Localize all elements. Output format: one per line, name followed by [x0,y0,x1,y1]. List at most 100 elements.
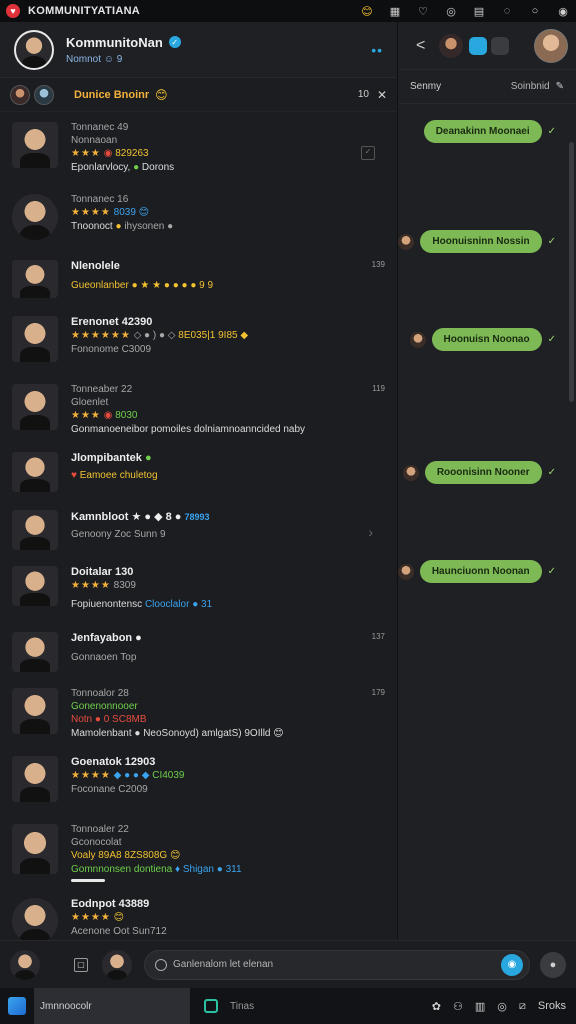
rating-value: 89A8 8ZS808G 😊 [98,850,181,861]
conversation-name: Eodnpot 43889 [71,898,150,910]
conversation-item[interactable]: Erenonet 42390 ★★★★★★ ◇ ● ) ● ◇ 8E035|1 … [0,316,397,376]
rating-stars: ★★★★ [71,770,111,781]
conversation-item[interactable]: Tonneaber 22 Gloenlet ★★★ ◉ 8030 Gonmano… [0,384,397,446]
contact-avatar [12,194,58,240]
edit-icon[interactable]: ✎ [556,81,564,92]
conversation-name: Tonnanec 16 [71,194,129,205]
read-check-icon: ✓ [547,566,556,577]
conversation-item[interactable]: Jlompibantek ● ♥ Eamoee chuletog [0,452,397,502]
rating-value: CI4039 [152,770,185,781]
conversation-body: Jlompibantek ● ♥ Eamoee chuletog [71,452,385,481]
conversation-item[interactable]: Tonnanec 49 Nonnaoan ★★★ ◉ 829263 Eponla… [0,122,397,184]
taskbar-app-label[interactable]: Tinas [230,1001,254,1012]
tab-right[interactable]: Soinbnid [511,81,550,92]
message-placeholder: Ganlenalom let elenan [173,959,274,970]
rating-stars: ★★★ [71,148,101,159]
message-bubble[interactable]: Deanakinn Moonaei [423,120,542,143]
rating-value: 8309 [113,580,136,591]
settings-icon[interactable] [491,36,510,55]
message-input[interactable]: Ganlenalom let elenan ◉ [144,949,530,980]
conversation-item[interactable]: Jenfayabon ● Gonnaoen Top 137 [0,632,397,680]
contact-avatar [12,632,58,672]
calendar-icon[interactable]: ▤ [472,5,486,18]
read-check-icon: ✓ [547,236,556,247]
conversation-name-text: Jlompibantek [71,452,142,464]
emoji-icon: ● [115,221,122,232]
taskbar-search[interactable]: Jmnnoocolr [34,988,190,1024]
conversation-item[interactable]: Tonnanec 16 ★★★★ 8039 😊 Tnoonoct ● ihyso… [0,194,397,252]
chat-title: KommunitoNan ✓ [66,35,181,50]
status-icon: ◉ [103,410,113,421]
status-icon: ◆ ● ● ◆ [113,770,150,781]
message-bubble[interactable]: Rooonisinn Nooner [424,461,542,484]
taskbar-app-icon[interactable] [204,999,218,1013]
more-options-icon[interactable]: •• [371,42,383,58]
tray-flower-icon[interactable]: ✿ [432,1000,441,1013]
preview-count: 311 [225,864,242,875]
power-icon[interactable]: ◉ [556,5,570,18]
tray-pen-icon[interactable]: ⧄ [519,1000,526,1013]
tray-grid-icon[interactable]: ▥ [475,1000,485,1013]
start-button[interactable] [8,997,26,1015]
contact-avatar [12,260,58,298]
preview-text: Eponlarvlocy, [71,162,131,173]
frame-icon[interactable]: ▢ [74,957,88,972]
conversation-name: Tonnoaler 22 [71,824,129,835]
profile-avatar[interactable] [14,29,54,70]
chat-panel-header: < [398,22,576,70]
rating-stars: ★★★★ [71,912,111,923]
conversation-body: Tonnoaler 22 Gconocolat Voaly 89A8 8ZS80… [71,824,385,882]
tab-left[interactable]: Senmy [410,81,441,92]
rating-value: 8E035|1 9I85 ◆ [178,330,249,341]
group-count: 10 [357,89,369,100]
microphone-icon[interactable]: ● [540,951,566,978]
message-row: Hoonuisn Noonao ✓ [409,328,556,351]
conversation-item[interactable]: Kamnbloot ★ ● ◆ 8 ● 78993 Genoony Zoc Su… [0,510,397,558]
message-bubble[interactable]: Haunciuonn Noonan [419,560,542,583]
clock-icon[interactable]: ◎ [444,5,458,18]
system-tray: ✿ ⚇ ▥ ◎ ⧄ Sroks [432,1000,566,1013]
online-icon: ● [144,452,152,464]
user-avatar[interactable] [534,28,568,63]
close-icon[interactable]: ✕ [377,88,387,102]
conversation-name: Tonneaber 22 [71,384,133,395]
grid-icon[interactable]: ▦ [388,5,402,18]
conversation-body: Tonneaber 22 Gloenlet ★★★ ◉ 8030 Gonmano… [71,384,385,435]
recipient-avatar[interactable] [102,949,132,980]
chat-icon[interactable]: ◌ [500,5,514,17]
chat-tabs: Senmy Soinbnid ✎ [398,70,576,104]
sender-avatar [409,331,426,348]
preview-tag: Dorons [141,162,175,173]
emoji-picker-icon[interactable] [155,958,167,971]
circle-icon[interactable]: ○ [528,5,542,17]
message-bubble[interactable]: Hoonuisn Noonao [431,328,542,351]
back-icon[interactable]: < [416,37,425,55]
rating-value: 8039 😊 [113,207,150,218]
subtitle-text: Nonnaoan [71,135,118,146]
tray-chat-icon[interactable]: ◎ [497,1000,507,1013]
group-bar[interactable]: Dunice Bnoinr 😊 10 ✕ [0,78,397,112]
conversation-preview: Eponlarvlocy, ● Dorons [71,162,385,173]
heart-icon[interactable]: ♡ [416,5,430,18]
conversation-name: Kamnbloot ★ ● ◆ 8 ● 78993 [71,510,385,523]
conversation-rating: ★★★ ◉ 8030 [71,410,385,421]
my-avatar[interactable] [10,949,40,980]
tray-people-icon[interactable]: ⚇ [453,1000,463,1013]
message-bubble[interactable]: Hoonuisninn Nossin [420,230,542,253]
conversation-item[interactable]: Tonnoalor 28 Gonenonnooer Notn ● 0 SC8MB… [0,688,397,750]
chevron-right-icon[interactable]: › [368,524,373,540]
conversation-item[interactable]: Tonnoaler 22 Gconocolat Voaly 89A8 8ZS80… [0,824,397,892]
emoji-icon[interactable]: 😊 [360,5,374,18]
conversation-rating: ★★★★ ◆ ● ● ◆ CI4039 [71,770,385,781]
status-icon: ◇ ● ) ● ◇ [133,330,176,341]
participant-avatar[interactable] [439,33,464,58]
scrollbar[interactable] [569,142,574,402]
select-checkbox[interactable]: ✓ [361,146,375,160]
send-button[interactable]: ◉ [501,953,523,976]
app-icon[interactable] [469,36,488,55]
conversation-item[interactable]: Goenatok 12903 ★★★★ ◆ ● ● ◆ CI4039 Focon… [0,756,397,816]
conversation-item[interactable]: Nlenolele Gueonlanber ● ★ ★ ● ● ● ● 9 9 … [0,260,397,308]
preview-text: Tnoonoct [71,221,113,232]
conversation-item[interactable]: Doitalar 130 ★★★★ 8309 Fopiuenontensc Cl… [0,566,397,624]
conversation-time: 139 [371,260,385,269]
